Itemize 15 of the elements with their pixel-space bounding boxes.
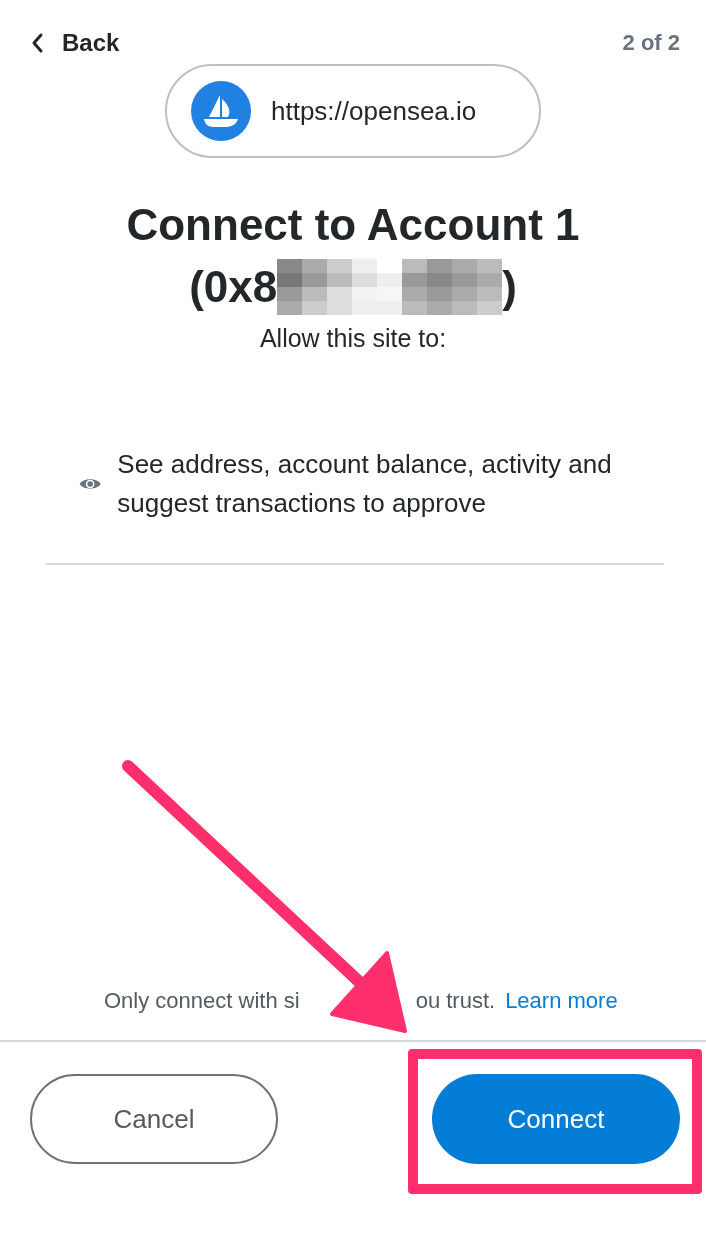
connect-button[interactable]: Connect [432,1074,680,1164]
site-url: https://opensea.io [271,95,477,127]
chevron-left-icon [30,32,44,54]
learn-more-link[interactable]: Learn more [505,988,618,1014]
note-text: ou trust. [415,988,496,1014]
address-suffix: ) [502,261,517,313]
back-link[interactable]: Back [30,29,120,57]
ship-logo-icon [191,81,251,141]
permission-text: See address, account balance, activity and suggest transactions to approve [117,448,613,520]
cancel-button[interactable]: Cancel [30,1074,278,1164]
allow-subtitle: Allow this site to: [258,324,448,353]
connect-title: Connect to Account 1 [126,199,580,251]
note-text: Only connect with si [104,988,300,1014]
step-counter: 2 of 2 [622,30,680,56]
address-prefix: (0x8 [189,261,278,313]
